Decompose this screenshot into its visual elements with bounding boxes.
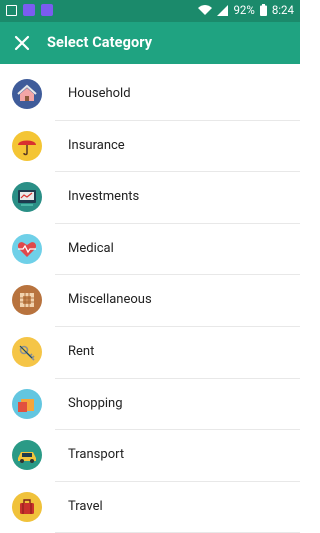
miscellaneous-icon — [12, 285, 42, 316]
purple-app-icon — [23, 4, 35, 16]
app-bar: Select Category — [0, 22, 300, 64]
category-label: Miscellaneous — [68, 292, 152, 308]
category-item-travel[interactable]: Travel — [0, 482, 300, 533]
category-label: Household — [68, 86, 131, 101]
status-bar: 92% 8:24 — [0, 0, 300, 22]
category-list: Household Insurance Investments Medical … — [0, 69, 300, 533]
category-item-medical[interactable]: Medical — [0, 224, 300, 276]
category-item-rent[interactable]: Rent — [0, 327, 300, 379]
medical-icon — [12, 233, 42, 264]
category-item-household[interactable]: Household — [0, 69, 300, 121]
shopping-icon — [12, 388, 42, 419]
category-label: Medical — [68, 240, 114, 256]
category-item-transport[interactable]: Transport — [0, 430, 300, 482]
insurance-icon — [12, 130, 42, 161]
rent-icon — [12, 336, 42, 367]
category-label: Insurance — [68, 137, 125, 153]
battery-icon — [259, 4, 267, 16]
purple-app-icon — [41, 4, 53, 16]
notification-icons — [6, 4, 53, 16]
category-label: Rent — [68, 343, 95, 359]
system-status: 92% 8:24 — [198, 3, 294, 17]
image-icon — [6, 4, 17, 16]
close-button[interactable] — [10, 31, 34, 55]
wifi-icon — [198, 4, 213, 15]
signal-icon — [217, 4, 229, 16]
category-item-miscellaneous[interactable]: Miscellaneous — [0, 275, 300, 327]
household-icon — [12, 79, 42, 109]
category-item-investments[interactable]: Investments — [0, 172, 300, 224]
category-item-insurance[interactable]: Insurance — [0, 121, 300, 173]
transport-icon — [12, 440, 42, 471]
category-label: Travel — [68, 498, 103, 514]
category-label: Transport — [68, 447, 125, 463]
category-label: Shopping — [68, 395, 123, 411]
close-icon — [14, 35, 30, 51]
battery-percentage: 92% — [233, 3, 255, 17]
category-item-shopping[interactable]: Shopping — [0, 379, 300, 431]
clock: 8:24 — [271, 3, 294, 17]
travel-icon — [12, 491, 42, 522]
investments-icon — [12, 182, 42, 213]
page-title: Select Category — [47, 34, 153, 51]
category-label: Investments — [68, 189, 140, 205]
